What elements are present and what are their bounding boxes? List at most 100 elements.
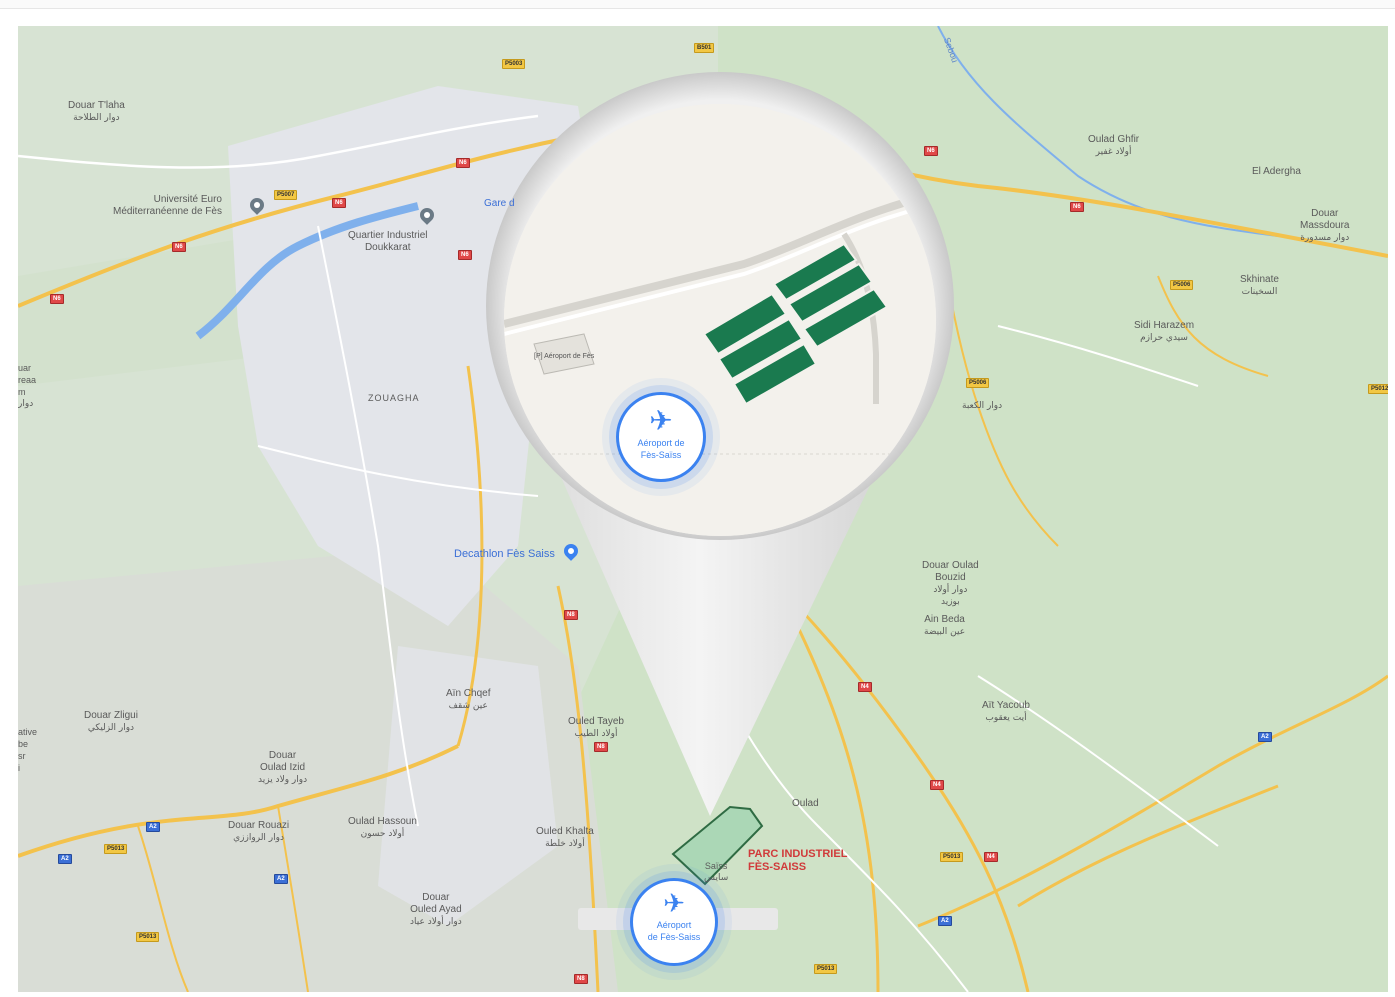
place-name: Douar T'laha	[68, 100, 125, 111]
place-douar-zligui[interactable]: Douar Zligui دوار الزليكي	[84, 710, 138, 734]
place-douar-massdoura[interactable]: Douar Massdoura دوار مسدورة	[1300, 208, 1349, 244]
place-name: Aïn Chqef	[446, 688, 491, 699]
place-zouagha[interactable]: ZOUAGHA	[368, 392, 420, 404]
road-shield: N6	[924, 146, 938, 156]
road-shield: P5013	[136, 932, 160, 942]
place-ait-yacoub[interactable]: Aït Yacoub أيت يعقوب	[982, 700, 1030, 724]
road-shield: P5012	[1368, 384, 1388, 394]
place-name-ar: السخينات	[1241, 287, 1278, 297]
place-name: Oulad Ghfir	[1088, 134, 1140, 145]
zoom-lens: [P] Aéroport de Fès ✈ Aéroport de Fès-Sa…	[504, 104, 936, 536]
place-oulad-tayeb[interactable]: Ouled Tayeb أولاد الطيب	[568, 716, 624, 740]
airplane-icon: ✈	[649, 404, 673, 437]
place-name-ar: دوار أولاد بوزيد	[933, 585, 968, 607]
road-shield: B501	[694, 43, 715, 53]
place-oulad-hassoun[interactable]: Oulad Hassoun أولاد حسون	[348, 816, 417, 840]
road-shield: N6	[172, 242, 186, 252]
road-shield: P5003	[502, 59, 526, 69]
road-shield: N6	[458, 250, 472, 260]
place-universite[interactable]: Université Euro Méditerranéenne de Fès	[113, 194, 222, 218]
road-shield: N8	[574, 974, 588, 984]
place-name-ar: أولاد حسون	[360, 829, 405, 839]
place-ain-chqef[interactable]: Aïn Chqef عين شقف	[446, 688, 490, 712]
place-left-edge-2[interactable]: ative be sr i	[18, 726, 37, 774]
place-oulad[interactable]: Oulad	[792, 798, 819, 810]
road-shield: A2	[58, 854, 72, 864]
road-shield: N6	[332, 198, 346, 208]
place-name: Aït Yacoub	[982, 700, 1030, 711]
place-skhinate[interactable]: Skhinate السخينات	[1240, 274, 1279, 298]
place-name: Douar Oulad Bouzid	[922, 560, 979, 583]
place-name-ar: دوار الزليكي	[87, 723, 135, 733]
place-name: Douar Massdoura	[1300, 208, 1350, 231]
road-shield: N8	[564, 610, 578, 620]
place-left-edge-1[interactable]: uar reaa m دوار	[18, 362, 36, 410]
road-shield: N6	[1070, 202, 1084, 212]
place-name-ar: عين البيضة	[924, 627, 966, 637]
place-name: Ouled Tayeb	[568, 716, 624, 727]
airport-label: Aéroport de Fès-Saiss	[647, 920, 701, 942]
airport-badge[interactable]: ✈ Aéroport de Fès-Saiss	[630, 878, 718, 966]
poi-decathlon[interactable]: Decathlon Fès Saiss	[454, 548, 555, 560]
road-shield: A2	[274, 874, 288, 884]
place-oulad-ghfir[interactable]: Oulad Ghfir أولاد غفير	[1088, 134, 1139, 158]
place-ain-beda[interactable]: Ain Beda عين البيضة	[924, 614, 965, 638]
place-name-ar: دوار الطلاحة	[73, 113, 120, 123]
place-name: Sidi Harazem	[1134, 320, 1195, 331]
place-name: Ouled Khalta	[536, 826, 594, 837]
road-shield: P5013	[814, 964, 838, 974]
road-shield: N4	[930, 780, 944, 790]
road-shield: A2	[938, 916, 952, 926]
parc-industriel-label[interactable]: PARC INDUSTRIEL FÈS-SAISS	[748, 848, 847, 874]
road-shield: N4	[858, 682, 872, 692]
place-douar-rouazi[interactable]: Douar Rouazi دوار الرواززي	[228, 820, 289, 844]
place-el-adergha[interactable]: El Adergha	[1252, 166, 1301, 178]
place-name-ar: دوار أولاد عياد	[410, 917, 462, 927]
road-shield: A2	[146, 822, 160, 832]
place-name-ar: أولاد خلطة	[545, 839, 585, 849]
place-name-ar: دوار الرواززي	[233, 833, 284, 843]
place-name: Oulad Hassoun	[348, 816, 417, 827]
map-canvas[interactable]: [P] Aéroport de Fès ✈ Aéroport de Fès-Sa…	[18, 26, 1388, 992]
place-name-ar: أولاد غفير	[1095, 147, 1132, 157]
lens-airport-badge[interactable]: ✈ Aéroport de Fès-Saïss	[616, 392, 706, 482]
place-name-ar: دوار ولاد يزيد	[258, 775, 308, 785]
place-name-ar: دوار الكعبة	[962, 401, 1003, 411]
place-name: Douar Ouled Ayad	[410, 892, 462, 915]
airplane-icon: ✈	[663, 889, 685, 919]
place-name: Saïss	[704, 861, 728, 871]
place-gare[interactable]: Gare d	[484, 198, 515, 209]
road-shield: P5013	[940, 852, 964, 862]
place-name: uar reaa m	[18, 363, 37, 397]
place-name-ar: عين شقف	[448, 701, 488, 711]
zoom-lens-map	[504, 104, 936, 536]
place-ouled-khalta[interactable]: Ouled Khalta أولاد خلطة	[536, 826, 594, 850]
road-shield: P5007	[274, 190, 298, 200]
place-quartier-industriel[interactable]: Quartier Industriel Doukkarat	[348, 230, 427, 254]
road-shield: P5006	[1170, 280, 1194, 290]
place-douar-oulad-bouzid[interactable]: Douar Oulad Bouzid دوار أولاد بوزيد	[922, 560, 979, 608]
place-douar-tlaha[interactable]: Douar T'laha دوار الطلاحة	[68, 100, 125, 124]
place-name: Ain Beda	[924, 614, 965, 625]
place-sidi-harazem[interactable]: Sidi Harazem سيدي حرازم	[1134, 320, 1194, 344]
lens-airport-label: Aéroport de Fès-Saïss	[637, 438, 685, 460]
road-shield: N6	[50, 294, 64, 304]
place-name: Douar Rouazi	[228, 820, 290, 831]
road-shield: P5013	[104, 844, 128, 854]
place-name-ar: دوار مسدورة	[1300, 233, 1350, 243]
place-saiss[interactable]: Saïss سايس	[704, 860, 728, 884]
road-shield: N6	[456, 158, 470, 168]
place-name-ar: أولاد الطيب	[574, 729, 618, 739]
road-shield: N4	[984, 852, 998, 862]
place-name-ar: سيدي حرازم	[1140, 333, 1188, 343]
place-douar-oulad-izid[interactable]: Douar Oulad Izid دوار ولاد يزيد	[258, 750, 307, 786]
place-name: Skhinate	[1240, 274, 1279, 285]
top-bar	[0, 0, 1395, 9]
road-shield: A2	[1258, 732, 1272, 742]
road-shield: N8	[594, 742, 608, 752]
lens-parking-label: [P] Aéroport de Fès	[534, 353, 595, 360]
place-douar-ouled-ayad[interactable]: Douar Ouled Ayad دوار أولاد عياد	[410, 892, 462, 928]
place-name-ar: سايس	[704, 873, 729, 883]
place-douar-lakaaba[interactable]: دوار الكعبة	[962, 400, 1002, 412]
road-shield: P5006	[966, 378, 990, 388]
